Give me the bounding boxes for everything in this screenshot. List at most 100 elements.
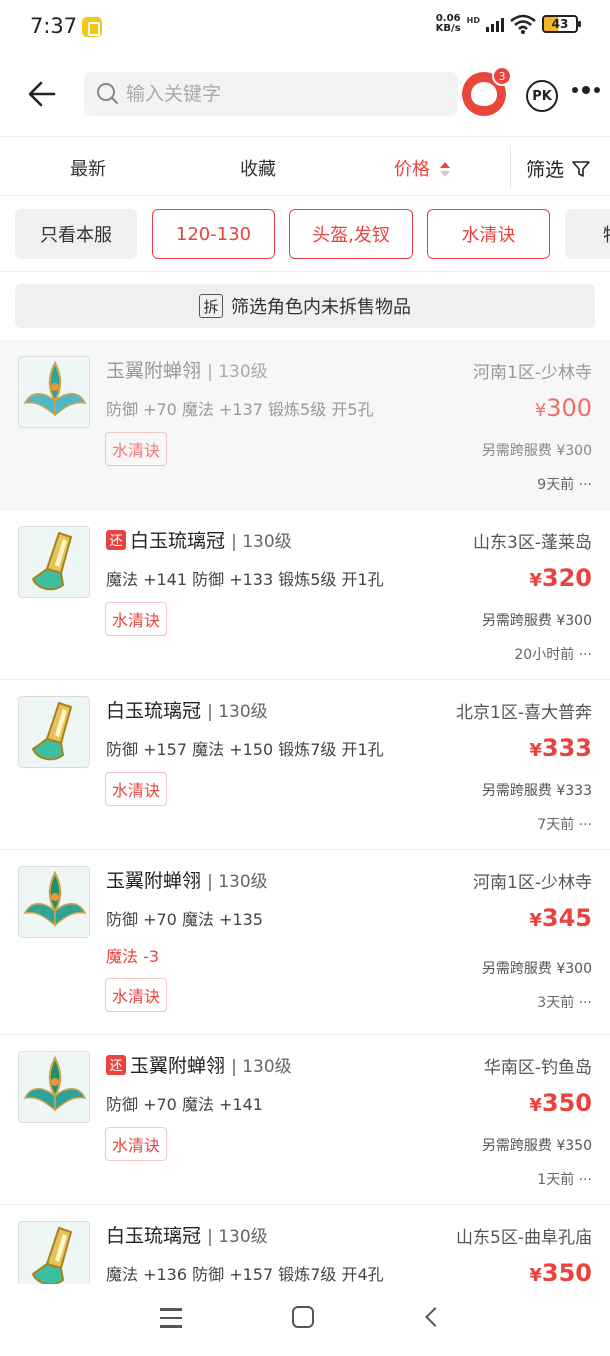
status-time: 7:37 (30, 14, 78, 38)
item-attributes: 防御 +70 魔法 +137 锻炼5级 开5孔 (106, 400, 374, 419)
signal-icon (486, 16, 504, 32)
item-level: | 130级 (207, 702, 268, 722)
return-badge: 还 (106, 1054, 126, 1075)
battery-icon: 43 (542, 15, 581, 33)
avatar[interactable]: 3 (462, 66, 512, 116)
home-icon[interactable] (292, 1306, 314, 1328)
cat-avatar-icon (471, 82, 497, 106)
price-value: 300 (546, 394, 592, 422)
split-icon: 拆 (199, 294, 223, 318)
more-dots-icon[interactable] (572, 86, 600, 94)
hd-label: HD (466, 16, 480, 25)
currency-symbol: ¥ (529, 910, 542, 931)
list-item[interactable]: 白玉琉璃冠 | 130级 魔法 +136 防御 +157 锻炼7级 开4孔 山东… (0, 1205, 610, 1284)
item-name: 白玉琉璃冠 (130, 530, 226, 552)
return-badge: 还 (106, 529, 126, 550)
item-attributes: 防御 +157 魔法 +150 锻炼7级 开1孔 (106, 740, 384, 759)
pk-icon[interactable]: PK (526, 80, 558, 112)
server-name: 华南区-钓鱼岛 (483, 1058, 592, 1078)
tab-price[interactable]: 价格 (394, 155, 450, 181)
chip-level-range[interactable]: 120-130 (152, 209, 275, 259)
status-bar: 7:37 0.06 KB/s HD 43 (0, 0, 610, 56)
list-item[interactable]: 玉翼附蝉翎 | 130级 防御 +70 魔法 +137 锻炼5级 开5孔 水清诀… (0, 340, 610, 510)
item-attributes: 防御 +70 魔法 +135 (106, 910, 263, 929)
item-price: ¥345 (529, 904, 592, 932)
listed-time[interactable]: 1天前 ··· (537, 1169, 592, 1189)
item-title: 玉翼附蝉翎 | 130级 (106, 356, 268, 383)
price-value: 320 (541, 564, 592, 592)
back-arrow-icon[interactable] (26, 78, 58, 110)
cross-server-fee: 另需跨服费 ¥300 (481, 613, 592, 629)
skill-tag: 水清诀 (105, 1127, 168, 1161)
item-level-value: 130级 (242, 532, 292, 552)
item-price: ¥333 (529, 734, 592, 762)
list-item[interactable]: 还玉翼附蝉翎 | 130级 防御 +70 魔法 +141 水清诀 华南区-钓鱼岛… (0, 1035, 610, 1205)
currency-symbol: ¥ (529, 570, 542, 591)
listed-time[interactable]: 9天前 ··· (537, 474, 592, 494)
item-price: ¥320 (529, 564, 592, 592)
funnel-icon (572, 160, 590, 177)
price-value: 345 (541, 904, 592, 932)
currency-symbol: ¥ (529, 1265, 542, 1284)
search-bar[interactable] (84, 72, 458, 116)
item-name: 玉翼附蝉翎 (130, 1055, 226, 1077)
list-item[interactable]: 还白玉琉璃冠 | 130级 魔法 +141 防御 +133 锻炼5级 开1孔 水… (0, 510, 610, 680)
item-name: 白玉琉璃冠 (106, 1225, 202, 1247)
recent-apps-icon[interactable] (160, 1308, 182, 1334)
cross-server-fee: 另需跨服费 ¥300 (481, 961, 592, 977)
listed-time[interactable]: 20小时前 ··· (514, 644, 592, 664)
jade-crown-thumbnail (18, 526, 90, 598)
chip-skill[interactable]: 水清诀 (427, 209, 550, 259)
item-title: 还玉翼附蝉翎 | 130级 (106, 1051, 292, 1078)
chip-local-server[interactable]: 只看本服 (15, 209, 137, 259)
listed-time[interactable]: 3天前 ··· (537, 992, 592, 1012)
tab-latest[interactable]: 最新 (70, 155, 106, 181)
unsplit-items-filter[interactable]: 拆 筛选角色内未拆售物品 (15, 284, 595, 328)
nav-back-icon[interactable] (425, 1307, 445, 1327)
jade-crown-thumbnail (18, 1221, 90, 1284)
item-title: 白玉琉璃冠 | 130级 (106, 696, 268, 723)
item-level-value: 130级 (218, 1227, 268, 1247)
item-name: 玉翼附蝉翎 (106, 360, 202, 382)
cross-server-fee: 另需跨服费 ¥333 (481, 783, 592, 799)
item-level: | 130级 (207, 362, 268, 382)
net-speed: 0.06 KB/s (436, 14, 461, 34)
item-attributes: 防御 +70 魔法 +141 (106, 1095, 263, 1114)
item-level: | 130级 (231, 532, 292, 552)
chip-slot-type[interactable]: 头盔,发钗 (289, 209, 413, 259)
unsplit-filter-label: 筛选角色内未拆售物品 (231, 297, 411, 318)
tab-price-label: 价格 (394, 159, 430, 180)
item-level: | 130级 (231, 1057, 292, 1077)
server-name: 河南1区-少林寺 (473, 873, 592, 893)
item-level: | 130级 (207, 872, 268, 892)
item-title: 白玉琉璃冠 | 130级 (106, 1221, 268, 1248)
wifi-icon (510, 14, 536, 34)
item-attributes: 魔法 +141 防御 +133 锻炼5级 开1孔 (106, 570, 384, 589)
jade-crown-thumbnail (18, 696, 90, 768)
currency-symbol: ¥ (529, 740, 542, 761)
chip-special[interactable]: 特 (565, 209, 610, 259)
filter-label: 筛选 (526, 159, 565, 181)
filter-button[interactable]: 筛选 (526, 155, 590, 182)
net-speed-unit: KB/s (435, 23, 461, 34)
search-input[interactable] (126, 83, 426, 105)
cross-server-fee: 另需跨服费 ¥350 (481, 1138, 592, 1154)
system-nav-bar (0, 1284, 610, 1356)
cross-server-fee: 另需跨服费 ¥300 (481, 443, 592, 459)
item-name: 白玉琉璃冠 (106, 700, 202, 722)
listed-time[interactable]: 7天前 ··· (537, 814, 592, 834)
list-item[interactable]: 玉翼附蝉翎 | 130级 防御 +70 魔法 +135 魔法 -3 水清诀 河南… (0, 850, 610, 1035)
wing-helmet-thumbnail (18, 866, 90, 938)
price-value: 333 (541, 734, 592, 762)
sort-arrows-icon (440, 161, 450, 179)
currency-symbol: ¥ (529, 1095, 542, 1116)
item-attributes: 魔法 +136 防御 +157 锻炼7级 开4孔 (106, 1265, 384, 1284)
currency-symbol: ¥ (534, 400, 547, 421)
listing-list: 玉翼附蝉翎 | 130级 防御 +70 魔法 +137 锻炼5级 开5孔 水清诀… (0, 340, 610, 1284)
battery-level: 43 (551, 17, 569, 31)
tab-favorites[interactable]: 收藏 (240, 155, 276, 181)
item-level-value: 130级 (218, 702, 268, 722)
item-price: ¥350 (529, 1089, 592, 1117)
status-indicators: 0.06 KB/s HD 43 (436, 14, 581, 34)
list-item[interactable]: 白玉琉璃冠 | 130级 防御 +157 魔法 +150 锻炼7级 开1孔 水清… (0, 680, 610, 850)
